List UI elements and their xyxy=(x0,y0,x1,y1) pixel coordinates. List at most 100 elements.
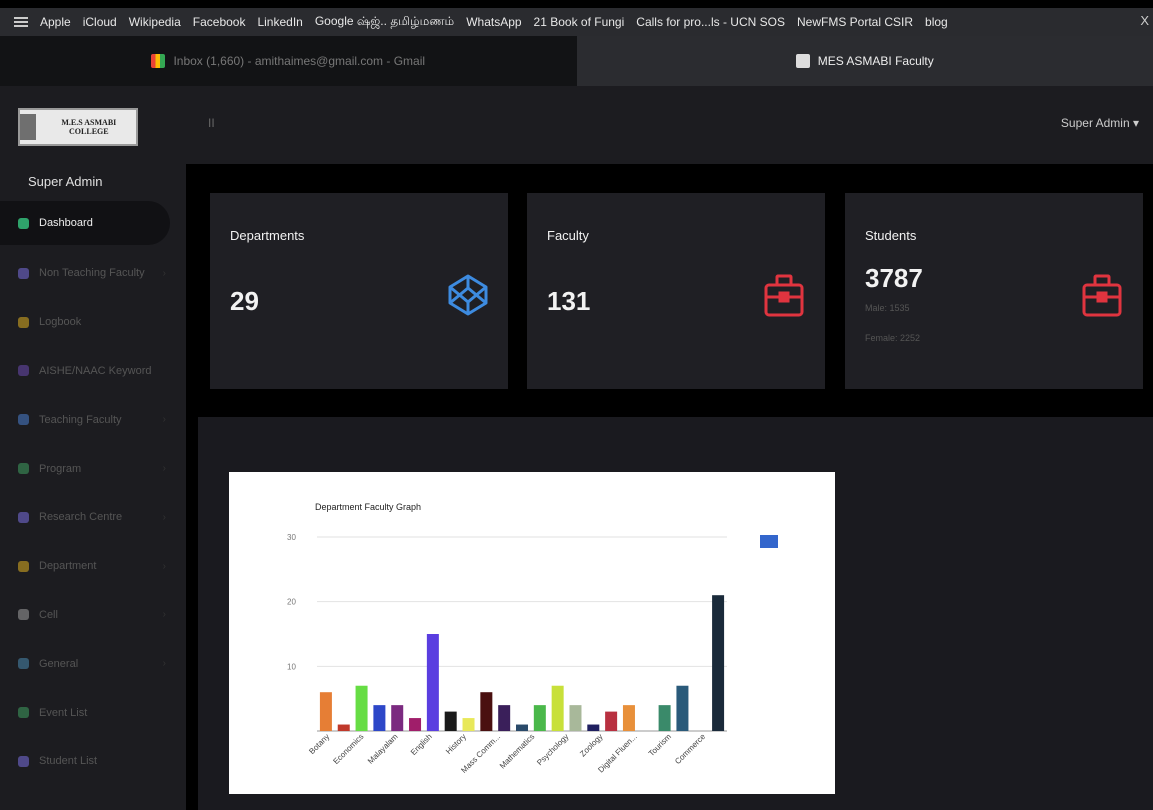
bar xyxy=(373,705,386,731)
bookmark-link[interactable]: LinkedIn xyxy=(257,15,302,29)
bar xyxy=(391,705,404,731)
nav-icon xyxy=(18,267,29,279)
chevron-right-icon: › xyxy=(162,609,166,621)
sidebar-item-label: Event List xyxy=(39,706,88,719)
sidebar-item[interactable]: Student List xyxy=(0,737,186,786)
bookmark-link[interactable]: Calls for pro...ls - UCN SOS xyxy=(636,15,785,29)
sidebar-item[interactable]: Cell › xyxy=(0,591,186,640)
bar xyxy=(658,705,671,731)
sidebar: M.E.S ASMABI COLLEGE Super Admin Dashboa… xyxy=(0,86,186,810)
sidebar-item[interactable]: Department › xyxy=(0,542,186,591)
sidebar-item-label: Research Centre xyxy=(39,511,123,524)
tab-gmail[interactable]: Inbox (1,660) - amithaimes@gmail.com - G… xyxy=(0,36,577,86)
bookmark-link[interactable]: blog xyxy=(925,15,948,29)
tab-title: MES ASMABI Faculty xyxy=(817,54,934,68)
department-faculty-chart: Department Faculty Graph 10 20 30 Botany Econ… xyxy=(229,472,835,794)
x-tick-label: Commerce xyxy=(673,732,707,766)
bookmarks-menu-icon[interactable] xyxy=(14,17,28,27)
x-tick-label: History xyxy=(444,732,468,756)
nav-icon xyxy=(18,217,29,229)
sidebar-item[interactable]: Program › xyxy=(0,444,186,493)
stat-card-faculty: Faculty 131 xyxy=(527,193,825,389)
bar xyxy=(444,711,457,731)
user-role: Super Admin xyxy=(28,174,103,189)
sidebar-item-label: Cell xyxy=(39,608,58,621)
bookmark-link[interactable]: Facebook xyxy=(193,15,246,29)
sidebar-item-label: Student List xyxy=(39,755,98,768)
bookmark-link[interactable]: Apple xyxy=(40,15,71,29)
page-icon xyxy=(795,54,810,68)
x-tick-label: Mathematics xyxy=(498,732,536,770)
bar xyxy=(409,718,422,731)
nav-icon xyxy=(18,365,29,377)
bar xyxy=(516,724,528,731)
x-tick-label: Economics xyxy=(331,732,365,766)
card-title: Students xyxy=(865,228,917,243)
chart-svg: Department Faculty Graph 10 20 30 Botany Econ… xyxy=(287,502,778,775)
bookmarks-bar: Apple iCloud Wikipedia Facebook LinkedIn… xyxy=(0,8,1153,36)
college-logo[interactable]: M.E.S ASMABI COLLEGE xyxy=(18,108,138,146)
sidebar-item-label: Teaching Faculty xyxy=(39,413,122,426)
bookmark-link[interactable]: NewFMS Portal CSIR xyxy=(797,15,913,29)
male-count: Male: 1535 xyxy=(865,303,910,313)
sidebar-item-label: Non Teaching Faculty xyxy=(39,267,145,280)
sidebar-item[interactable]: AISHE/NAAC Keyword xyxy=(0,347,186,396)
logo-text: M.E.S ASMABI COLLEGE xyxy=(61,117,117,136)
nav-icon xyxy=(18,755,29,767)
tab-mes-asmabi[interactable]: MES ASMABI Faculty xyxy=(576,36,1153,86)
browser-tabs: Inbox (1,660) - amithaimes@gmail.com - G… xyxy=(0,36,1153,86)
nav-icon xyxy=(18,609,29,621)
topbar: II Super Admin ▾ xyxy=(186,86,1153,164)
nav-icon xyxy=(18,414,29,426)
card-title: Faculty xyxy=(547,228,589,243)
tab-title: Inbox (1,660) - amithaimes@gmail.com - G… xyxy=(173,54,426,68)
bookmark-link[interactable]: WhatsApp xyxy=(466,15,521,29)
legend-swatch xyxy=(760,535,778,548)
bar xyxy=(676,685,689,731)
close-icon[interactable]: X xyxy=(1140,13,1149,28)
briefcase-icon xyxy=(764,274,804,317)
bar xyxy=(712,595,725,731)
sidebar-item-label: Department xyxy=(39,560,97,573)
x-tick-label: Psychology xyxy=(535,732,570,767)
bar xyxy=(498,705,511,731)
nav-icon xyxy=(18,658,29,670)
stat-card-departments: Departments 29 xyxy=(210,193,508,389)
chevron-right-icon: › xyxy=(162,463,166,475)
bar xyxy=(355,685,368,731)
x-tick-label: English xyxy=(409,732,434,757)
sidebar-item[interactable]: Non Teaching Faculty › xyxy=(0,249,186,298)
sidebar-toggle-button[interactable]: II xyxy=(208,116,215,130)
card-value: 3787 xyxy=(865,263,923,293)
sidebar-item[interactable]: Event List xyxy=(0,688,186,737)
emblem-icon xyxy=(20,114,36,140)
user-menu[interactable]: Super Admin ▾ xyxy=(1061,116,1139,130)
sidebar-item[interactable]: Dashboard xyxy=(0,201,170,245)
sidebar-item[interactable]: Research Centre › xyxy=(0,493,186,542)
bar xyxy=(551,685,564,731)
bar xyxy=(533,705,546,731)
y-tick-label: 30 xyxy=(287,533,296,542)
bar xyxy=(622,705,635,731)
bookmark-link[interactable]: Wikipedia xyxy=(129,15,181,29)
bookmark-link[interactable]: 21 Book of Fungi xyxy=(534,15,625,29)
chevron-right-icon: › xyxy=(162,511,166,523)
sidebar-item[interactable]: Logbook xyxy=(0,298,186,347)
bar xyxy=(587,724,600,731)
chevron-right-icon: › xyxy=(162,658,166,670)
y-tick-label: 20 xyxy=(287,598,296,607)
bookmark-link[interactable]: Google ஷ்ஜ்.. தமிழ்மணம் xyxy=(315,14,454,30)
sidebar-item-label: General xyxy=(39,657,79,670)
sidebar-item-label: AISHE/NAAC Keyword xyxy=(39,364,152,377)
card-value: 29 xyxy=(230,286,259,316)
chevron-right-icon: › xyxy=(162,560,166,572)
sidebar-item[interactable]: Teaching Faculty › xyxy=(0,395,186,444)
chart-title: Department Faculty Graph xyxy=(315,502,421,512)
sidebar-nav: Dashboard Non Teaching Faculty › Logbook AIS… xyxy=(0,201,186,786)
bar xyxy=(462,718,475,731)
sidebar-item[interactable]: General › xyxy=(0,639,186,688)
bookmark-link[interactable]: iCloud xyxy=(83,15,117,29)
bar xyxy=(605,711,618,731)
chevron-right-icon: › xyxy=(162,414,166,426)
card-value: 131 xyxy=(547,286,591,316)
